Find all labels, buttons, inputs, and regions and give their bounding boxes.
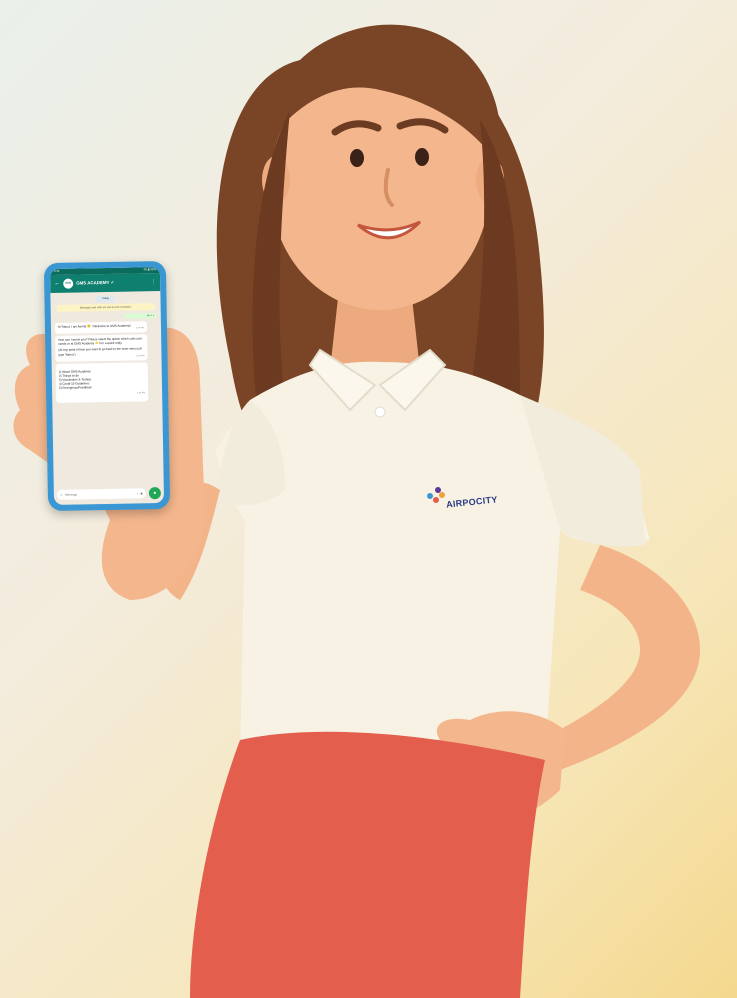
avatar[interactable]: GMS (63, 278, 74, 289)
received-message: How can I assist you? Please select the … (55, 334, 148, 362)
message-text: How can I assist you? Please select the … (58, 336, 143, 347)
shirt-body (215, 361, 650, 760)
shirt-button (374, 406, 386, 418)
chat-name[interactable]: GMS ACADEMY ✓ (76, 279, 148, 286)
status-time: 2:44 (53, 268, 60, 273)
status-indicators: 4G ▮ 93% (143, 267, 157, 272)
received-message: Hi Rahul, I am Amrita 🙂 ! Welcome to GMS… (54, 321, 148, 335)
phone: 2:44 4G ▮ 93% ← GMS GMS ACADEMY ✓ ⋮ Toda… (43, 260, 171, 512)
message-text: 1) About GMS Academy 2) Things to do 3) … (58, 368, 92, 390)
chat-header: ← GMS GMS ACADEMY ✓ ⋮ (50, 273, 161, 293)
sent-message: Hi ✓✓ (124, 312, 157, 320)
message-input[interactable]: ☺ Message ⌕ ◉ (56, 488, 146, 500)
date-chip: Today (96, 295, 115, 302)
encryption-notice[interactable]: Messages and calls are end-to-end encryp… (56, 302, 155, 312)
microphone-icon[interactable]: ● (148, 487, 161, 500)
skirt (190, 731, 545, 998)
back-arrow-icon[interactable]: ← (54, 280, 60, 288)
message-composer: ☺ Message ⌕ ◉ ● (56, 487, 161, 501)
phone-screen: 2:44 4G ▮ 93% ← GMS GMS ACADEMY ✓ ⋮ Toda… (49, 267, 165, 505)
paperclip-icon[interactable]: ⌕ (137, 491, 139, 495)
received-message: 1) About GMS Academy 2) Things to do 3) … (55, 361, 149, 403)
kebab-menu-icon[interactable]: ⋮ (151, 279, 156, 286)
message-placeholder: Message (64, 492, 78, 497)
camera-icon[interactable]: ◉ (140, 491, 143, 495)
message-time: 2:44 PM (136, 392, 146, 395)
emoji-icon[interactable]: ☺ (60, 493, 63, 497)
eye-right (415, 148, 429, 166)
eye-left (350, 149, 364, 167)
